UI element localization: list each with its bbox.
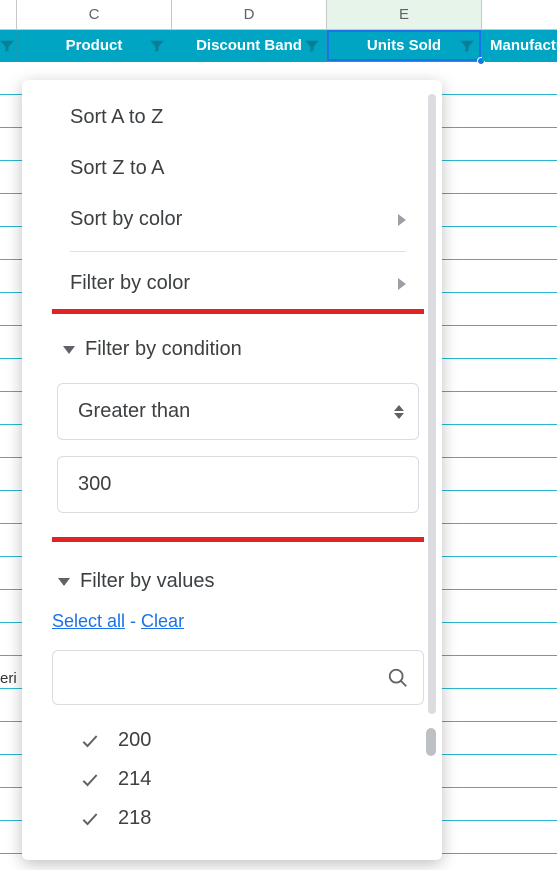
header-cell-product[interactable]: Product <box>17 30 172 61</box>
header-label: Manufactu <box>490 37 557 54</box>
filter-by-color[interactable]: Filter by color <box>52 258 424 309</box>
header-cell-units-sold[interactable]: Units Sold <box>327 30 482 61</box>
value-label: 218 <box>118 807 151 830</box>
column-letter[interactable]: C <box>17 0 172 29</box>
value-label: 214 <box>118 768 151 791</box>
value-option[interactable]: 214 <box>52 760 424 799</box>
column-letter-row: C D E <box>0 0 557 30</box>
select-all-clear-links: Select all - Clear <box>52 603 424 650</box>
value-option[interactable]: 241 <box>52 838 424 840</box>
check-icon <box>80 809 100 829</box>
dash: - <box>125 611 141 631</box>
header-cell-manufacturer[interactable]: Manufactu <box>482 30 557 61</box>
clear-link[interactable]: Clear <box>141 611 184 631</box>
filter-icon[interactable] <box>458 37 476 55</box>
condition-value-text: 300 <box>78 473 111 496</box>
condition-select-value: Greater than <box>78 400 190 423</box>
partial-text: eri <box>0 670 17 687</box>
filter-by-condition-toggle[interactable]: Filter by condition <box>57 328 419 371</box>
filter-dropdown-panel: Sort A to Z Sort Z to A Sort by color Fi… <box>22 80 442 860</box>
sort-a-to-z[interactable]: Sort A to Z <box>52 92 424 143</box>
check-icon <box>80 770 100 790</box>
header-label: Discount Band <box>196 37 302 54</box>
column-letter[interactable] <box>482 0 557 29</box>
filter-icon[interactable] <box>148 37 166 55</box>
column-letter[interactable]: D <box>172 0 327 29</box>
column-letter[interactable] <box>0 0 17 29</box>
chevron-right-icon <box>398 214 406 226</box>
values-search-input[interactable] <box>71 665 377 690</box>
header-cell[interactable] <box>0 30 17 61</box>
menu-label: Filter by color <box>70 272 190 295</box>
value-label: 200 <box>118 729 151 752</box>
check-icon <box>80 731 100 751</box>
value-option[interactable]: 200 <box>52 721 424 760</box>
column-letter-active[interactable]: E <box>327 0 482 29</box>
header-cell-discount-band[interactable]: Discount Band <box>172 30 327 61</box>
select-all-link[interactable]: Select all <box>52 611 125 631</box>
condition-select[interactable]: Greater than <box>57 383 419 440</box>
scrollbar-track[interactable] <box>428 94 436 714</box>
chevron-right-icon <box>398 278 406 290</box>
header-label: Units Sold <box>367 37 441 54</box>
section-label: Filter by condition <box>85 338 242 361</box>
values-search-box[interactable] <box>52 650 424 705</box>
sort-z-to-a[interactable]: Sort Z to A <box>52 143 424 194</box>
scrollbar-thumb[interactable] <box>426 728 436 756</box>
header-label: Product <box>66 37 123 54</box>
filter-icon[interactable] <box>303 37 321 55</box>
menu-label: Sort A to Z <box>70 106 163 129</box>
triangle-down-icon <box>63 346 75 354</box>
table-header-row: Product Discount Band Units Sold Manufac… <box>0 30 557 62</box>
value-option[interactable]: 218 <box>52 799 424 838</box>
menu-label: Sort Z to A <box>70 157 164 180</box>
search-icon <box>387 667 409 689</box>
filter-icon[interactable] <box>0 37 16 55</box>
section-label: Filter by values <box>80 570 215 593</box>
filter-by-condition-highlight: Filter by condition Greater than 300 <box>52 309 424 542</box>
sort-by-color[interactable]: Sort by color <box>52 194 424 245</box>
filter-by-values-toggle[interactable]: Filter by values <box>52 560 424 603</box>
triangle-down-icon <box>58 578 70 586</box>
condition-value-input[interactable]: 300 <box>57 456 419 513</box>
select-caret-icon <box>394 405 404 419</box>
divider <box>70 251 406 252</box>
menu-label: Sort by color <box>70 208 182 231</box>
